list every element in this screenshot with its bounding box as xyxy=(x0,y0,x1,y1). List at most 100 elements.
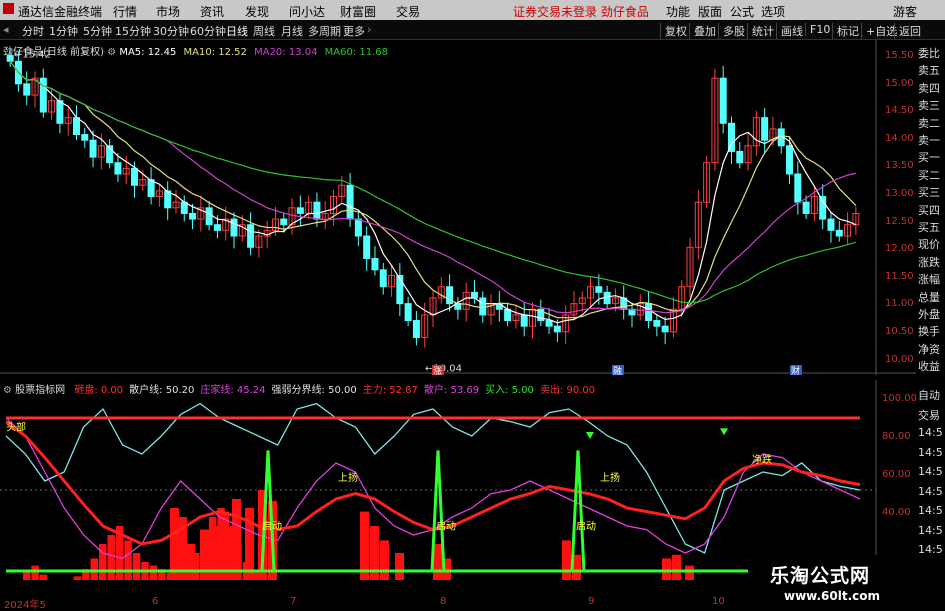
signal-annotation: 启动 xyxy=(576,520,596,533)
quote-panel-item[interactable]: 买四 xyxy=(918,202,940,218)
trade-panel-item[interactable]: 14:5 xyxy=(918,504,943,517)
signal-annotation: 上扬 xyxy=(338,471,358,484)
candle-body xyxy=(645,303,653,322)
menu-gongneng[interactable]: 功能 xyxy=(666,3,690,20)
sell-bar xyxy=(90,558,99,580)
menu-gongshi[interactable]: 公式 xyxy=(730,3,754,20)
trade-panel-item[interactable]: 14:5 xyxy=(918,426,943,439)
quote-panel-item[interactable]: 卖三 xyxy=(918,97,940,113)
indicator-tick: 40.00 xyxy=(882,507,911,518)
quote-panel-item[interactable]: 卖二 xyxy=(918,115,940,131)
candle-body xyxy=(56,100,64,124)
quote-panel-item[interactable]: 收益 xyxy=(918,358,940,374)
tab-30min[interactable]: 30分钟 xyxy=(153,23,189,39)
sell-bar xyxy=(132,553,141,580)
candle-body xyxy=(545,320,553,327)
tab-more[interactable]: 更多 xyxy=(343,23,365,39)
quote-panel-item[interactable]: 卖五 xyxy=(918,62,940,78)
quote-panel-item[interactable]: 净资 xyxy=(918,341,940,357)
candle-body xyxy=(247,224,255,248)
signal-triangle xyxy=(586,432,594,439)
date-tick: 10 xyxy=(712,596,725,607)
tool-huaxian[interactable]: 画线 xyxy=(776,23,803,39)
candle-body xyxy=(354,218,362,237)
tool-biaoji[interactable]: 标记 xyxy=(832,23,859,39)
trade-panel-item[interactable]: 14:5 xyxy=(918,465,943,478)
tool-zixuan[interactable]: +自选 xyxy=(861,23,897,39)
sell-bar xyxy=(39,574,48,580)
sell-bar xyxy=(662,558,671,580)
candle-body xyxy=(371,258,379,271)
candle-body xyxy=(553,325,561,333)
menu-caifuquan[interactable]: 财富圈 xyxy=(340,3,376,20)
tab-15min[interactable]: 15分钟 xyxy=(115,23,151,39)
sell-bar xyxy=(232,499,241,580)
candle-body xyxy=(23,83,31,96)
tool-duogu[interactable]: 多股 xyxy=(718,23,745,39)
login-notice[interactable]: 证券交易未登录 劲仔食品 xyxy=(513,3,649,20)
menu-wenxiaoda[interactable]: 问小达 xyxy=(289,3,325,20)
watermark-name: 乐淘公式网 xyxy=(770,565,871,587)
candlestick-chart[interactable]: ←15.42←10.04涨融财 xyxy=(0,40,916,375)
tool-tongji[interactable]: 统计 xyxy=(747,23,774,39)
app-logo-icon xyxy=(3,3,14,14)
menu-faxian[interactable]: 发现 xyxy=(245,3,269,20)
more-chevron-icon[interactable]: › xyxy=(367,23,371,36)
menu-shichang[interactable]: 市场 xyxy=(156,3,180,20)
trade-panel-item[interactable]: 交易 xyxy=(918,407,940,423)
quote-panel-item[interactable]: 涨幅 xyxy=(918,271,940,287)
quote-panel-item[interactable]: 卖四 xyxy=(918,80,940,96)
quote-panel-item[interactable]: 现价 xyxy=(918,236,940,252)
quote-panel-item[interactable]: 买五 xyxy=(918,219,940,235)
quote-panel-item[interactable]: 买一 xyxy=(918,149,940,165)
candle-body xyxy=(802,201,810,214)
event-marker: 融 xyxy=(613,366,622,375)
signal-annotation: 上扬 xyxy=(600,471,620,484)
tab-60min[interactable]: 60分钟 xyxy=(190,23,226,39)
trade-panel-item[interactable]: 14:5 xyxy=(918,446,943,459)
quote-panel-item[interactable]: 买三 xyxy=(918,184,940,200)
signal-annotation: 启动 xyxy=(436,520,456,533)
quote-panel-item[interactable]: 卖一 xyxy=(918,132,940,148)
quote-panel-item[interactable]: 总量 xyxy=(918,289,940,305)
tool-diejia[interactable]: 叠加 xyxy=(689,23,716,39)
sell-bar xyxy=(107,535,115,580)
sell-bar xyxy=(124,540,132,580)
tool-f10[interactable]: F10 xyxy=(805,23,830,36)
candle-body xyxy=(404,303,412,322)
tab-monthly[interactable]: 月线 xyxy=(281,23,303,39)
menu-banmian[interactable]: 版面 xyxy=(698,3,722,20)
quote-panel-item[interactable]: 涨跌 xyxy=(918,254,940,270)
sell-bar xyxy=(73,576,82,580)
indicator-tick: 80.00 xyxy=(882,431,911,442)
sell-bar xyxy=(672,554,681,580)
trade-panel-item[interactable]: 14:5 xyxy=(918,485,943,498)
price-tick: 11.00 xyxy=(885,298,914,310)
menu-bar: 通达信金融终端 行情 市场 资讯 发现 问小达 财富圈 交易 证券交易未登录 劲… xyxy=(0,0,945,20)
menu-zixun[interactable]: 资讯 xyxy=(200,3,224,20)
quote-panel-item[interactable]: 外盘 xyxy=(918,306,940,322)
sell-bar xyxy=(380,540,389,580)
trade-panel-item[interactable]: 14:5 xyxy=(918,524,943,537)
tab-fenshi[interactable]: 分时 xyxy=(22,23,44,39)
back-arrow-icon[interactable]: ◂ xyxy=(3,23,9,36)
tool-fuquan[interactable]: 复权 xyxy=(660,23,687,39)
candle-body xyxy=(835,229,843,237)
tool-fanhui[interactable]: 返回 xyxy=(894,23,921,39)
tab-daily[interactable]: 日线 xyxy=(226,23,248,39)
trade-panel-item[interactable]: 自动 xyxy=(918,387,940,403)
candle-body xyxy=(479,297,487,316)
tab-5min[interactable]: 5分钟 xyxy=(83,23,112,39)
menu-jiaoyi[interactable]: 交易 xyxy=(396,3,420,20)
tab-weekly[interactable]: 周线 xyxy=(253,23,275,39)
candle-body xyxy=(205,207,213,226)
quote-panel-item[interactable]: 委比 xyxy=(918,45,940,61)
quote-panel-item[interactable]: 换手 xyxy=(918,323,940,339)
tab-multi-period[interactable]: 多周期 xyxy=(308,23,341,39)
tab-1min[interactable]: 1分钟 xyxy=(49,23,78,39)
menu-hangqing[interactable]: 行情 xyxy=(113,3,137,20)
candle-body xyxy=(6,55,14,62)
quote-panel-item[interactable]: 买二 xyxy=(918,167,940,183)
menu-guest[interactable]: 游客 xyxy=(893,3,917,20)
menu-xuanxiang[interactable]: 选项 xyxy=(761,3,785,20)
